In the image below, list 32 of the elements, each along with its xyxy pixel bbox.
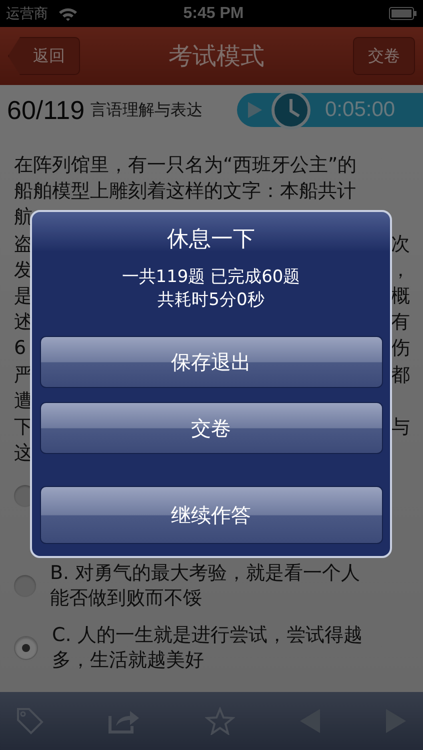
- question-text: 航: [14, 205, 33, 230]
- question-text: 有: [391, 310, 410, 336]
- screen-title: 考试模式: [168, 41, 264, 72]
- question-text: 都: [391, 362, 410, 388]
- option-text[interactable]: C. 人的一生就是进行尝试，尝试得越多，生活就越美好: [52, 623, 374, 674]
- question-text: 次: [391, 232, 410, 257]
- question-text: 盗: [14, 232, 33, 257]
- dialog-message: 共耗时5分0秒: [158, 289, 264, 312]
- submit-button[interactable]: 交卷: [353, 37, 415, 75]
- back-button[interactable]: 返回: [8, 37, 80, 75]
- question-text: 述: [14, 310, 33, 336]
- dialog-button[interactable]: 继续作答: [40, 486, 382, 544]
- dialog-button[interactable]: 保存退出: [40, 336, 382, 388]
- question-text: 与: [391, 414, 410, 440]
- question-text: ，: [391, 258, 410, 283]
- question-text: 船舶模型上雕刻着这样的文字：本船共计: [14, 179, 356, 204]
- question-text: 这: [14, 441, 33, 466]
- dialog-message: 一共119题 已完成60题: [122, 266, 300, 289]
- question-category: 言语理解与表达: [90, 100, 203, 120]
- timer-text: 0:05:00: [325, 98, 396, 122]
- question-text: 是: [14, 284, 33, 309]
- dialog-title: 休息一下: [167, 226, 255, 254]
- question-text: 发: [14, 258, 33, 283]
- question-text: 概: [391, 284, 410, 309]
- option-text[interactable]: B. 对勇气的最大考验，就是看一个人能否做到败而不馁: [50, 561, 372, 612]
- carrier-name: 运营商: [6, 4, 48, 22]
- question-text: 在阵列馆里，有一只名为“西班牙公主”的: [14, 153, 357, 178]
- question-text: 伤: [391, 336, 410, 362]
- question-text: 6: [14, 336, 26, 362]
- dialog-button[interactable]: 交卷: [40, 402, 382, 454]
- status-time: 5:45 PM: [182, 4, 245, 22]
- question-text: 遭: [14, 388, 33, 414]
